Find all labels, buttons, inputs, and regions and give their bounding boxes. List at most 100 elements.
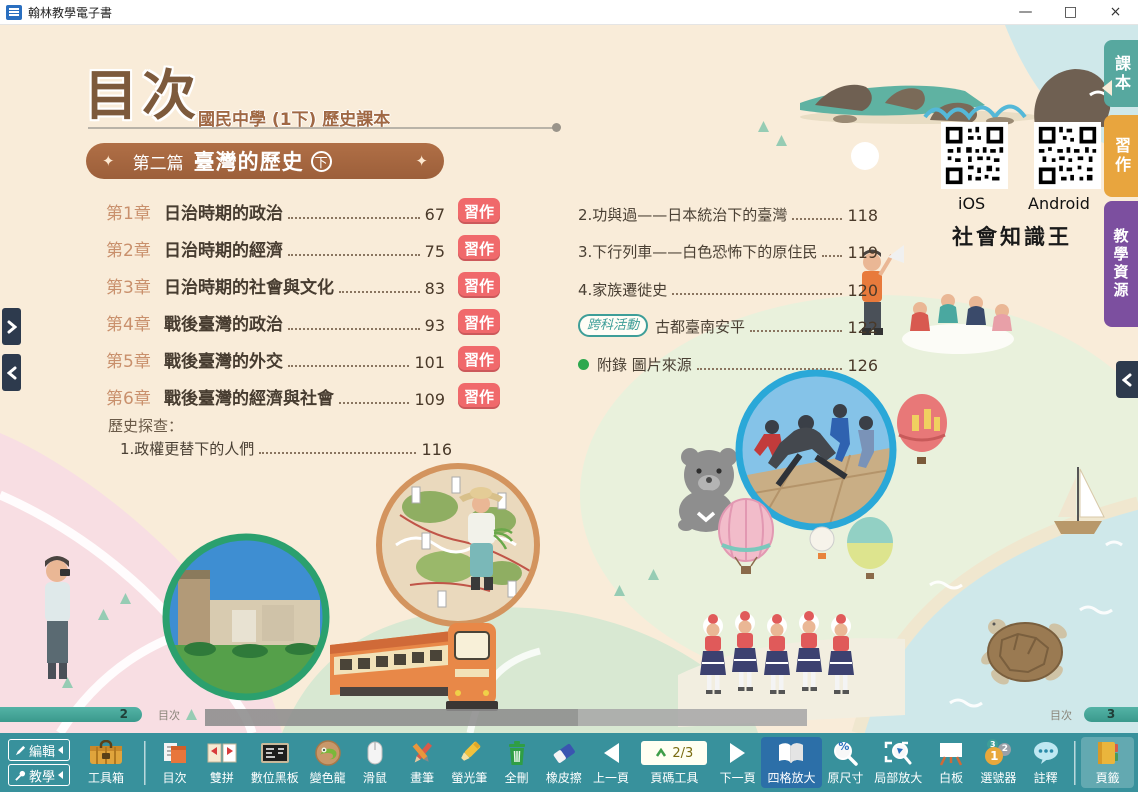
toc-item[interactable]: 3.下行列車——白色恐怖下的原住民 119 xyxy=(578,225,878,263)
prev-arrow-icon xyxy=(600,739,622,767)
page-title: 目次 xyxy=(84,51,200,130)
tab-workbook[interactable]: 習作 xyxy=(1104,115,1138,197)
app-window: 翰林教學電子書 — □ × xyxy=(0,0,1138,792)
toc-cross-activity[interactable]: 跨科活動 古都臺南安平 122 xyxy=(578,300,878,338)
qr-caption: 社會知識王 xyxy=(952,221,1072,251)
section-banner: ✦ 第二篇 臺灣的歷史 下 ✦ xyxy=(86,143,444,179)
tab-textbook[interactable]: 課本 xyxy=(1104,40,1138,107)
edit-mode-button[interactable]: 編輯 xyxy=(8,739,70,761)
header-rule-dot xyxy=(552,123,561,132)
left-panel-collapse-button[interactable] xyxy=(2,354,21,391)
page-number-tool[interactable]: 2/3 頁碼工具 xyxy=(635,737,714,788)
quad-zoom-button[interactable]: 四格放大 xyxy=(761,737,821,788)
toc-explore-item[interactable]: 1.政權更替下的人們 116 xyxy=(120,433,452,459)
workbook-badge[interactable]: 習作 xyxy=(458,346,500,372)
tabbed-folder-icon xyxy=(1094,739,1122,767)
whiteboard-icon xyxy=(937,739,965,767)
dual-page-icon xyxy=(207,739,237,767)
number-picker-button[interactable]: 3 2 1 選號器 xyxy=(975,737,1022,788)
qr-label-ios: iOS xyxy=(958,194,985,213)
qr-label-android: Android xyxy=(1028,194,1090,213)
highlighter-icon xyxy=(455,739,483,767)
volume-badge: 下 xyxy=(311,151,332,172)
qr-code-ios xyxy=(941,122,1008,189)
maximize-button[interactable]: □ xyxy=(1048,0,1093,25)
right-panel-expand-button[interactable] xyxy=(1116,361,1138,398)
tab-teaching-resources[interactable]: 教學資源 xyxy=(1104,201,1138,327)
mouse-button[interactable]: 滑鼠 xyxy=(351,737,398,788)
caret-up-icon xyxy=(655,748,667,758)
toc-chapter-6[interactable]: 第6章 戰後臺灣的經濟與社會 109 習作 xyxy=(106,372,500,409)
teach-mode-button[interactable]: 教學 xyxy=(8,764,70,786)
partial-zoom-button[interactable]: 局部放大 xyxy=(869,737,928,788)
left-panel-expand-button[interactable] xyxy=(2,308,21,345)
workbook-badge[interactable]: 習作 xyxy=(458,272,500,298)
toc-item[interactable]: 4.家族遷徙史 120 xyxy=(578,262,878,300)
chevron-left-icon xyxy=(58,746,63,754)
bullet-icon xyxy=(578,359,589,370)
number-balls-icon: 3 2 1 xyxy=(983,739,1013,767)
toc-chapter-2[interactable]: 第2章 日治時期的經濟 75 習作 xyxy=(106,224,500,261)
toc-left-column: 第1章 日治時期的政治 67 習作 第2章 日治時期的經濟 75 習作 第3章 … xyxy=(106,187,500,409)
qr-code-group xyxy=(941,122,1101,189)
workbook-badge[interactable]: 習作 xyxy=(458,198,500,224)
original-size-button[interactable]: % 原尺寸 xyxy=(822,737,869,788)
chameleon-icon xyxy=(314,739,342,767)
bottom-toolbar: 編輯 教學 工具箱 目次 xyxy=(0,733,1138,792)
qr-code-android xyxy=(1034,122,1101,189)
window-title: 翰林教學電子書 xyxy=(28,4,112,21)
page-footer-label-right: 目次 xyxy=(1050,707,1072,723)
toolbox-button[interactable]: 工具箱 xyxy=(77,737,135,788)
toc-appendix[interactable]: 附錄 圖片來源 126 xyxy=(578,337,878,375)
pencil-icon xyxy=(15,745,26,756)
toc-item[interactable]: 2.功與過——日本統治下的臺灣 118 xyxy=(578,187,878,225)
pen-icon xyxy=(408,739,436,767)
magnifier-percent-icon: % xyxy=(832,739,858,767)
app-logo-icon xyxy=(6,5,22,20)
next-page-button[interactable]: 下一頁 xyxy=(714,737,761,788)
toolbar-separator xyxy=(1074,741,1076,785)
pen-button[interactable]: 畫筆 xyxy=(399,737,446,788)
diamond-icon: ✦ xyxy=(415,152,428,170)
minimize-button[interactable]: — xyxy=(1003,0,1048,25)
percent-glyph: % xyxy=(838,740,849,753)
page-footer-label-left: 目次 xyxy=(158,707,180,723)
highlighter-button[interactable]: 螢光筆 xyxy=(446,737,493,788)
whiteboard-button[interactable]: 白板 xyxy=(928,737,975,788)
page-counter-value: 2/3 xyxy=(672,746,693,761)
toc-icon xyxy=(162,739,188,767)
toolbox-icon xyxy=(88,739,124,767)
microphone-icon xyxy=(15,770,26,781)
toolbar-separator xyxy=(144,741,146,785)
workbook-badge[interactable]: 習作 xyxy=(458,235,500,261)
toc-button[interactable]: 目次 xyxy=(151,737,198,788)
page-counter-box[interactable]: 2/3 xyxy=(641,741,707,765)
page-tab-button[interactable]: 頁籤 xyxy=(1081,737,1134,788)
prev-page-button[interactable]: 上一頁 xyxy=(587,737,634,788)
page-scrollbar[interactable] xyxy=(205,709,807,726)
toc-chapter-5[interactable]: 第5章 戰後臺灣的外交 101 習作 xyxy=(106,335,500,372)
toc-right-column: 2.功與過——日本統治下的臺灣 118 3.下行列車——白色恐怖下的原住民 11… xyxy=(578,187,878,375)
eraser-button[interactable]: 橡皮擦 xyxy=(540,737,587,788)
cross-activity-badge: 跨科活動 xyxy=(578,314,648,337)
annotation-button[interactable]: 註釋 xyxy=(1022,737,1069,788)
digital-blackboard-button[interactable]: 數位黑板 xyxy=(245,737,304,788)
page-number-left: 2 xyxy=(0,707,142,722)
diamond-icon: ✦ xyxy=(102,152,115,170)
delete-all-button[interactable]: 全刪 xyxy=(493,737,540,788)
toc-chapter-1[interactable]: 第1章 日治時期的政治 67 習作 xyxy=(106,187,500,224)
book-page-spread: 目次 國民中學 (1下) 歷史課本 ✦ 第二篇 臺灣的歷史 下 ✦ 第1章 日治… xyxy=(0,25,1138,733)
workbook-badge[interactable]: 習作 xyxy=(458,309,500,335)
next-arrow-icon xyxy=(727,739,749,767)
header-rule xyxy=(88,127,554,129)
blackboard-icon xyxy=(260,739,290,767)
open-book-icon xyxy=(776,739,806,767)
workbook-badge[interactable]: 習作 xyxy=(458,383,500,409)
close-button[interactable]: × xyxy=(1093,0,1138,25)
dual-page-button[interactable]: 雙拼 xyxy=(198,737,245,788)
eraser-icon xyxy=(550,739,578,767)
toc-chapter-3[interactable]: 第3章 日治時期的社會與文化 83 習作 xyxy=(106,261,500,298)
chevron-left-icon xyxy=(58,771,63,779)
toc-chapter-4[interactable]: 第4章 戰後臺灣的政治 93 習作 xyxy=(106,298,500,335)
chameleon-button[interactable]: 變色龍 xyxy=(304,737,351,788)
